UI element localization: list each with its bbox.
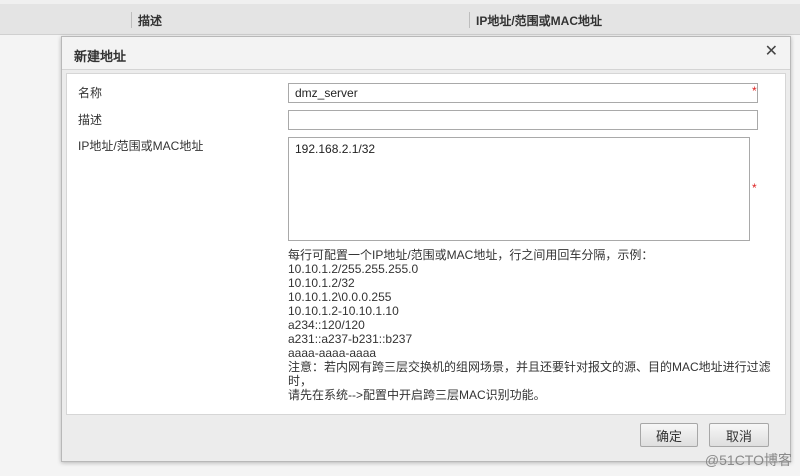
help-line: 注意：若内网有跨三层交换机的组网场景，并且还要针对报文的源、目的MAC地址进行过… [288,360,771,388]
close-icon[interactable]: ✕ [765,43,778,61]
help-line: a234::120/120 [288,318,365,332]
watermark: @51CTO博客 [704,452,792,468]
column-header-description[interactable]: 描述 [138,12,162,29]
dialog-body: 名称 * 描述 IP地址/范围或MAC地址 192.168.2.1/32 * 每… [66,73,786,415]
column-header-address[interactable]: IP地址/范围或MAC地址 [476,12,602,29]
addresses-label: IP地址/范围或MAC地址 [78,139,204,153]
name-input[interactable] [288,83,758,103]
help-line: a231::a237-b231::b237 [288,332,413,346]
column-separator [469,12,470,28]
help-line: 10.10.1.2-10.10.1.10 [288,304,399,318]
required-mark: * [752,84,757,98]
cancel-button[interactable]: 取消 [709,423,769,447]
name-label: 名称 [78,86,103,100]
ok-button[interactable]: 确定 [640,423,698,447]
help-line: 10.10.1.2\0.0.0.255 [288,290,392,304]
addresses-textarea[interactable]: 192.168.2.1/32 [288,137,750,241]
dialog-title: 新建地址 [74,49,127,64]
background-table-header: 描述 IP地址/范围或MAC地址 [0,4,800,35]
description-input[interactable] [288,110,758,130]
help-line: 请先在系统-->配置中开启跨三层MAC识别功能。 [288,388,546,402]
new-address-dialog: 新建地址 ✕ 名称 * 描述 IP地址/范围或MAC地址 192.168.2.1… [61,36,791,462]
dialog-title-bar: 新建地址 ✕ [62,37,790,70]
required-mark: * [752,181,757,195]
help-text: 每行可配置一个IP地址/范围或MAC地址，行之间用回车分隔，示例： 10.10.… [288,248,778,402]
help-line: aaaa-aaaa-aaaa [288,346,377,360]
help-line: 每行可配置一个IP地址/范围或MAC地址，行之间用回车分隔，示例： [288,248,654,262]
description-label: 描述 [78,113,103,127]
column-separator [131,12,132,28]
help-line: 10.10.1.2/32 [288,276,355,290]
help-line: 10.10.1.2/255.255.255.0 [288,262,419,276]
